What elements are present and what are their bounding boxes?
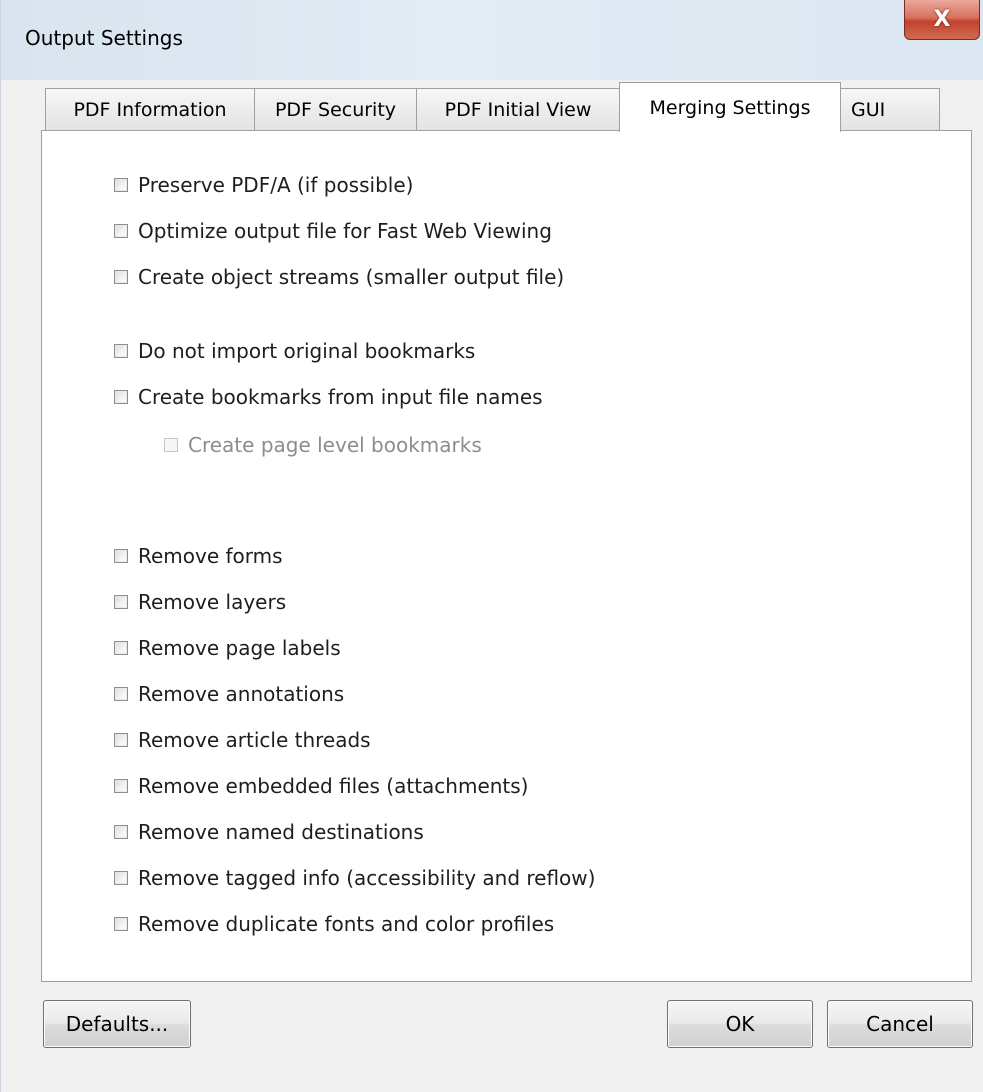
checkbox-box[interactable]: [114, 871, 128, 885]
checkbox-label: Remove embedded files (attachments): [138, 774, 529, 798]
checkbox-box[interactable]: [114, 595, 128, 609]
remove-forms-checkbox[interactable]: Remove forms: [114, 544, 283, 568]
object-streams-checkbox[interactable]: Create object streams (smaller output fi…: [114, 265, 564, 289]
checkbox-label: Remove forms: [138, 544, 283, 568]
remove-duplicate-fonts-checkbox[interactable]: Remove duplicate fonts and color profile…: [114, 912, 554, 936]
close-button[interactable]: X: [904, 0, 980, 40]
checkbox-label: Create object streams (smaller output fi…: [138, 265, 565, 289]
button-label: OK: [725, 1012, 755, 1036]
checkbox-label: Remove page labels: [138, 636, 341, 660]
checkbox-label: Remove tagged info (accessibility and re…: [138, 866, 596, 890]
close-icon: X: [933, 6, 951, 32]
checkbox-box: [164, 438, 178, 452]
checkbox-label: Create page level bookmarks: [188, 433, 482, 457]
tab-pdf-initial-view[interactable]: PDF Initial View: [416, 88, 620, 130]
tab-label: GUI: [851, 98, 886, 121]
cancel-button[interactable]: Cancel: [827, 1000, 973, 1048]
checkbox-box[interactable]: [114, 917, 128, 931]
remove-article-threads-checkbox[interactable]: Remove article threads: [114, 728, 371, 752]
checkbox-box[interactable]: [114, 733, 128, 747]
output-settings-dialog: Output Settings X PDF Information PDF Se…: [0, 0, 983, 1092]
checkbox-box[interactable]: [114, 390, 128, 404]
remove-annotations-checkbox[interactable]: Remove annotations: [114, 682, 344, 706]
tab-label: PDF Security: [274, 98, 397, 121]
fast-web-view-checkbox[interactable]: Optimize output file for Fast Web Viewin…: [114, 219, 552, 243]
bookmarks-from-filenames-checkbox[interactable]: Create bookmarks from input file names: [114, 385, 543, 409]
checkbox-label: Remove annotations: [138, 682, 345, 706]
page-level-bookmarks-checkbox: Create page level bookmarks: [164, 433, 482, 457]
tab-label: PDF Initial View: [444, 98, 592, 121]
checkbox-box[interactable]: [114, 687, 128, 701]
tab-pdf-security[interactable]: PDF Security: [254, 88, 417, 130]
tab-merging-settings[interactable]: Merging Settings: [619, 82, 841, 132]
checkbox-box[interactable]: [114, 549, 128, 563]
window-title: Output Settings: [25, 26, 183, 50]
remove-named-destinations-checkbox[interactable]: Remove named destinations: [114, 820, 424, 844]
no-import-bookmarks-checkbox[interactable]: Do not import original bookmarks: [114, 339, 475, 363]
merging-settings-panel: Preserve PDF/A (if possible) Optimize ou…: [41, 130, 972, 982]
checkbox-label: Do not import original bookmarks: [138, 339, 476, 363]
remove-page-labels-checkbox[interactable]: Remove page labels: [114, 636, 341, 660]
checkbox-label: Optimize output file for Fast Web Viewin…: [138, 219, 552, 243]
checkbox-box[interactable]: [114, 178, 128, 192]
button-label: Cancel: [866, 1012, 934, 1036]
checkbox-label: Preserve PDF/A (if possible): [138, 173, 414, 197]
tab-label: Merging Settings: [649, 96, 811, 119]
defaults-button[interactable]: Defaults...: [43, 1000, 191, 1048]
checkbox-label: Remove article threads: [138, 728, 371, 752]
checkbox-box[interactable]: [114, 270, 128, 284]
checkbox-box[interactable]: [114, 641, 128, 655]
remove-layers-checkbox[interactable]: Remove layers: [114, 590, 286, 614]
checkbox-box[interactable]: [114, 779, 128, 793]
remove-tagged-info-checkbox[interactable]: Remove tagged info (accessibility and re…: [114, 866, 595, 890]
button-label: Defaults...: [65, 1012, 169, 1036]
checkbox-label: Remove layers: [138, 590, 287, 614]
tab-pdf-information[interactable]: PDF Information: [45, 88, 255, 130]
checkbox-box[interactable]: [114, 344, 128, 358]
title-bar: Output Settings X: [1, 0, 983, 80]
checkbox-box[interactable]: [114, 224, 128, 238]
tab-gui[interactable]: GUI: [840, 88, 940, 130]
checkbox-label: Create bookmarks from input file names: [138, 385, 543, 409]
checkbox-label: Remove named destinations: [138, 820, 424, 844]
checkbox-box[interactable]: [114, 825, 128, 839]
preserve-pdfa-checkbox[interactable]: Preserve PDF/A (if possible): [114, 173, 413, 197]
tab-label: PDF Information: [73, 98, 227, 121]
remove-embedded-files-checkbox[interactable]: Remove embedded files (attachments): [114, 774, 529, 798]
checkbox-label: Remove duplicate fonts and color profile…: [138, 912, 555, 936]
ok-button[interactable]: OK: [667, 1000, 813, 1048]
